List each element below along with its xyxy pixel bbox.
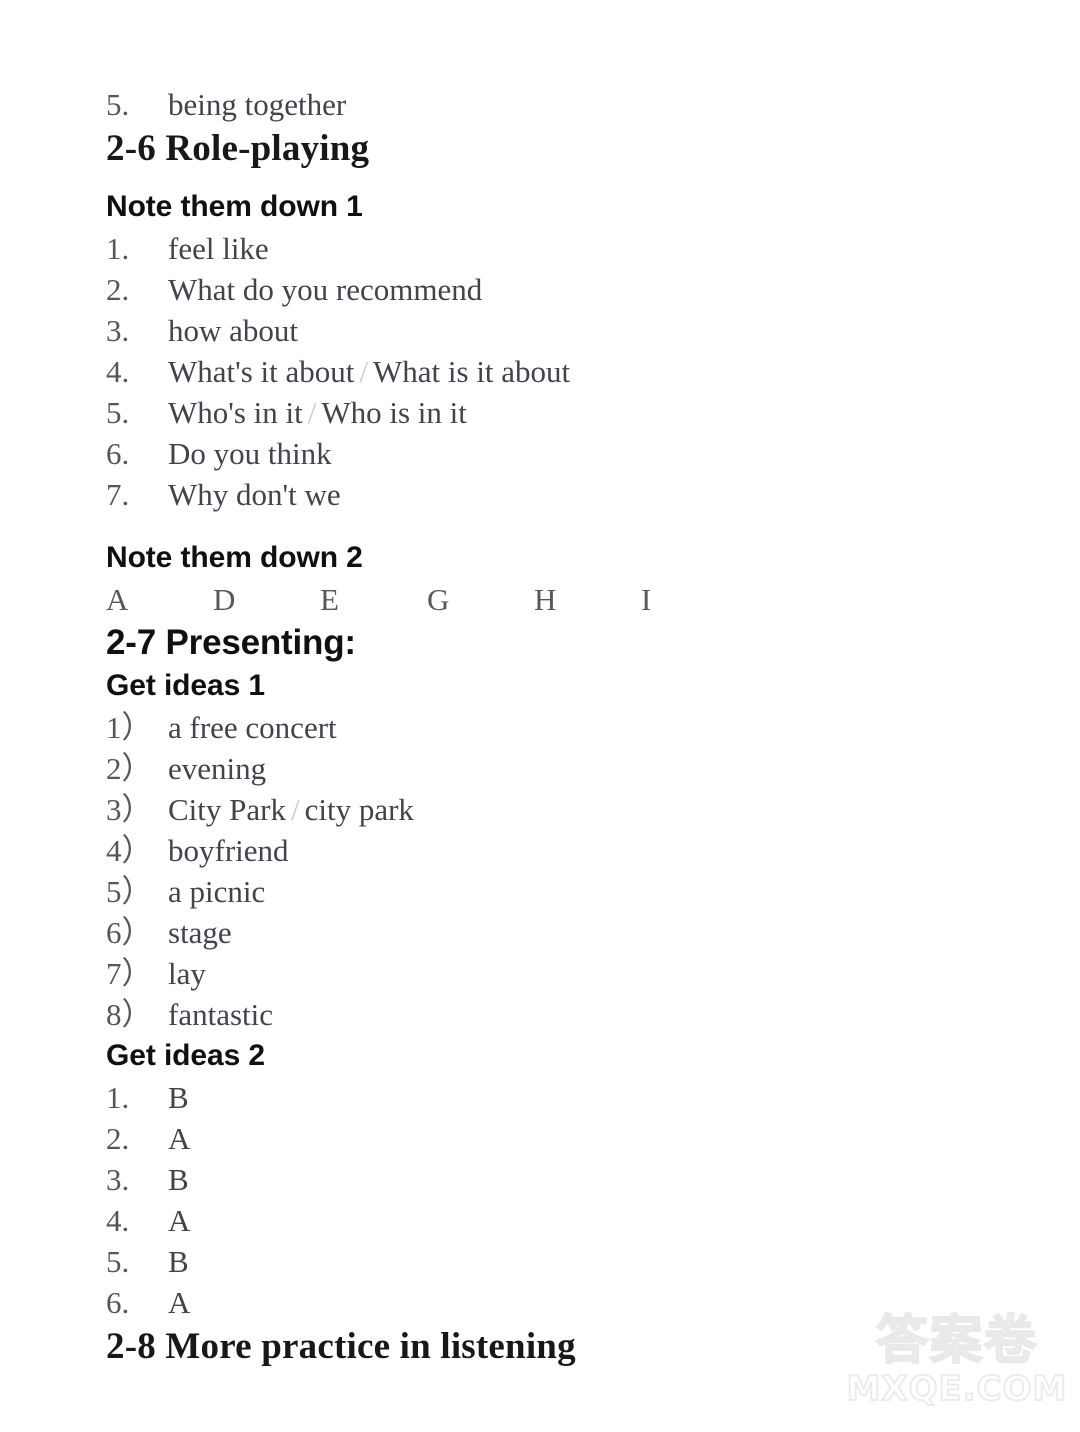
list-item-number: 5.: [106, 395, 130, 430]
list-item: 7. Why don't we: [106, 474, 986, 515]
subsection-heading-get-ideas-2: Get ideas 2: [106, 1039, 265, 1072]
answer-letter: D: [213, 582, 236, 617]
list-item-number: 4）: [106, 833, 153, 868]
list-item-text: A: [168, 1121, 191, 1156]
list-item-alt-text: city park: [304, 792, 414, 827]
watermark-domain: MXQE.COM: [846, 1369, 1068, 1409]
list-item-number: 1.: [106, 1080, 130, 1115]
list-item: 3. B: [106, 1159, 986, 1200]
list-item-text: B: [168, 1080, 189, 1115]
list-item: 7） lay: [106, 953, 986, 994]
answer-letter: G: [427, 582, 450, 617]
list-item-number: 7.: [106, 477, 130, 512]
list-item: 5） a picnic: [106, 871, 986, 912]
list-item-text: B: [168, 1162, 189, 1197]
list-item: 4. A: [106, 1200, 986, 1241]
list-item: 1. feel like: [106, 228, 986, 269]
list-item-number: 7）: [106, 956, 153, 991]
list-item-text: boyfriend: [168, 833, 289, 868]
list-item: 5. being together: [106, 84, 986, 125]
list-item-text: evening: [168, 751, 267, 786]
answer-letter: E: [320, 582, 339, 617]
list-item: 5. Who's in it / Who is in it: [106, 392, 986, 433]
list-item: 6） stage: [106, 912, 986, 953]
list-item-number: 1.: [106, 231, 130, 266]
list-item: 2. What do you recommend: [106, 269, 986, 310]
list-item-text: fantastic: [168, 997, 274, 1032]
alternative-separator: /: [290, 792, 300, 827]
alternative-separator: /: [359, 354, 369, 389]
list-item: 4. What's it about / What is it about: [106, 351, 986, 392]
list-item-text: lay: [168, 956, 206, 991]
list-item-text: Who's in it: [168, 395, 303, 430]
list-item: 2） evening: [106, 748, 986, 789]
document-content: 5. being together 2-6 Role-playing Note …: [106, 84, 986, 1370]
list-item-number: 2.: [106, 272, 130, 307]
list-item-number: 5.: [106, 1244, 130, 1279]
list-item-text: What's it about: [168, 354, 355, 389]
list-item: 6. A: [106, 1282, 986, 1323]
list-item-text: A: [168, 1285, 191, 1320]
list-item-number: 6.: [106, 436, 130, 471]
list-item: 1） a free concert: [106, 707, 986, 748]
list-item-text: City Park: [168, 792, 286, 827]
list-item-alt-text: What is it about: [373, 354, 571, 389]
list-item-number: 5.: [106, 87, 130, 122]
answer-letter: I: [641, 582, 652, 617]
list-item: 3） City Park / city park: [106, 789, 986, 830]
list-item-text: a picnic: [168, 874, 266, 909]
list-item-number: 3.: [106, 313, 130, 348]
list-item-number: 3.: [106, 1162, 130, 1197]
answer-letter: A: [106, 582, 129, 617]
list-item-text: being together: [168, 87, 347, 122]
list-item-number: 1）: [106, 710, 153, 745]
list-item: 2. A: [106, 1118, 986, 1159]
list-item-number: 6）: [106, 915, 153, 950]
list-item: 1. B: [106, 1077, 986, 1118]
list-item-number: 4.: [106, 1203, 130, 1238]
list-get-ideas-1: 1） a free concert 2） evening 3） City Par…: [106, 707, 986, 1035]
list-item: 3. how about: [106, 310, 986, 351]
list-item: 5. B: [106, 1241, 986, 1282]
list-item-alt-text: Who is in it: [321, 395, 467, 430]
list-item-text: stage: [168, 915, 232, 950]
subsection-heading-note-them-down-2: Note them down 2: [106, 541, 363, 574]
list-item-text: Why don't we: [168, 477, 341, 512]
list-item-text: a free concert: [168, 710, 337, 745]
list-item-number: 2）: [106, 751, 153, 786]
section-heading-2-8: 2-8 More practice in listening: [106, 1326, 576, 1367]
list-note-them-down-2: A D E G H I: [106, 579, 986, 620]
list-item: 6. Do you think: [106, 433, 986, 474]
list-item-number: 6.: [106, 1285, 130, 1320]
subsection-heading-note-them-down-1: Note them down 1: [106, 190, 363, 223]
list-item-text: feel like: [168, 231, 269, 266]
subsection-heading-get-ideas-1: Get ideas 1: [106, 669, 265, 702]
list-item-number: 8）: [106, 997, 153, 1032]
section-heading-2-6: 2-6 Role-playing: [106, 128, 370, 169]
list-item-number: 5）: [106, 874, 153, 909]
section-heading-2-7: 2-7 Presenting:: [106, 623, 356, 662]
list-item-text: What do you recommend: [168, 272, 483, 307]
list-item: 8） fantastic: [106, 994, 986, 1035]
list-item-text: A: [168, 1203, 191, 1238]
document-page: 5. being together 2-6 Role-playing Note …: [0, 0, 1080, 1432]
list-note-them-down-1: 1. feel like 2. What do you recommend 3.…: [106, 228, 986, 515]
list-get-ideas-2: 1. B 2. A 3. B 4. A 5. B 6. A: [106, 1077, 986, 1323]
list-item-number: 2.: [106, 1121, 130, 1156]
list-item-text: B: [168, 1244, 189, 1279]
alternative-separator: /: [307, 395, 317, 430]
list-item-number: 3）: [106, 792, 153, 827]
list-item-text: Do you think: [168, 436, 332, 471]
list-item-text: how about: [168, 313, 299, 348]
list-item-number: 4.: [106, 354, 130, 389]
list-item: 4） boyfriend: [106, 830, 986, 871]
answer-letter: H: [534, 582, 557, 617]
